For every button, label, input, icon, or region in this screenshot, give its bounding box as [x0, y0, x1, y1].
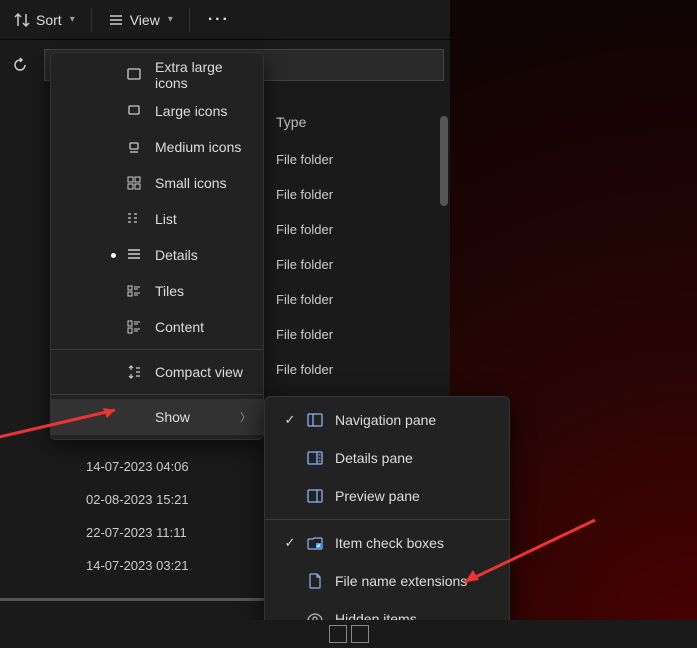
file-list-date-column: 14-07-2023 04:06 02-08-2023 15:21 22-07-…	[86, 450, 189, 582]
column-header-type[interactable]: Type	[270, 110, 440, 142]
menu-divider	[265, 519, 509, 520]
menu-label: Show	[155, 409, 190, 425]
menu-label: Content	[155, 319, 204, 335]
large-icons-icon	[125, 102, 143, 120]
table-row[interactable]: File folder	[270, 142, 440, 177]
check-icon: ✓	[279, 412, 301, 428]
refresh-button[interactable]	[6, 51, 34, 79]
submenu-label: Navigation pane	[335, 412, 436, 428]
menu-item-content[interactable]: Content	[51, 309, 263, 345]
taskbar[interactable]	[0, 620, 697, 648]
details-icon	[125, 246, 143, 264]
details-pane-icon	[305, 448, 325, 468]
content-icon	[125, 318, 143, 336]
menu-divider	[51, 394, 263, 395]
refresh-icon	[12, 57, 28, 73]
taskbar-icon[interactable]	[351, 625, 369, 643]
menu-item-medium-icons[interactable]: Medium icons	[51, 129, 263, 165]
medium-icons-icon	[125, 138, 143, 156]
selected-dot-icon	[111, 253, 116, 258]
table-row[interactable]: File folder	[270, 352, 440, 387]
chevron-down-icon: ▾	[168, 14, 173, 25]
menu-label: Medium icons	[155, 139, 241, 155]
blank-icon	[125, 408, 143, 426]
view-menu: Extra large icons Large icons Medium ico…	[50, 52, 264, 440]
submenu-label: Preview pane	[335, 488, 420, 504]
file-icon	[305, 571, 325, 591]
menu-label: Small icons	[155, 175, 227, 191]
sort-button[interactable]: Sort ▾	[4, 6, 85, 34]
menu-item-details[interactable]: Details	[51, 237, 263, 273]
table-row[interactable]: File folder	[270, 177, 440, 212]
more-button[interactable]: ···	[196, 5, 242, 35]
menu-label: Large icons	[155, 103, 227, 119]
menu-label: Compact view	[155, 364, 243, 380]
table-row[interactable]: File folder	[270, 317, 440, 352]
sort-label: Sort	[36, 12, 62, 28]
list-icon	[125, 210, 143, 228]
menu-item-list[interactable]: List	[51, 201, 263, 237]
view-label: View	[130, 12, 160, 28]
menu-item-compact-view[interactable]: Compact view	[51, 354, 263, 390]
compact-view-icon	[125, 363, 143, 381]
toolbar-separator	[91, 8, 92, 32]
toolbar-separator	[189, 8, 190, 32]
scrollbar-thumb[interactable]	[440, 116, 448, 206]
menu-divider	[51, 349, 263, 350]
menu-label: Details	[155, 247, 198, 263]
table-row[interactable]: 14-07-2023 04:06	[86, 450, 189, 483]
sort-icon	[14, 12, 30, 28]
view-button[interactable]: View ▾	[98, 6, 183, 34]
table-row[interactable]: File folder	[270, 212, 440, 247]
menu-item-large-icons[interactable]: Large icons	[51, 93, 263, 129]
submenu-item-details-pane[interactable]: Details pane	[265, 439, 509, 477]
preview-pane-icon	[305, 486, 325, 506]
menu-label: Tiles	[155, 283, 184, 299]
file-list-type-column: Type File folder File folder File folder…	[270, 110, 440, 387]
submenu-label: Item check boxes	[335, 535, 444, 551]
view-icon	[108, 12, 124, 28]
table-row[interactable]: 02-08-2023 15:21	[86, 483, 189, 516]
navigation-pane-icon	[305, 410, 325, 430]
tiles-icon	[125, 282, 143, 300]
chevron-down-icon: ▾	[70, 14, 75, 25]
menu-item-small-icons[interactable]: Small icons	[51, 165, 263, 201]
submenu-item-navigation-pane[interactable]: ✓ Navigation pane	[265, 401, 509, 439]
checkbox-icon	[305, 533, 325, 553]
menu-label: List	[155, 211, 177, 227]
submenu-label: File name extensions	[335, 573, 467, 589]
show-submenu: ✓ Navigation pane Details pane Preview p…	[264, 396, 510, 643]
submenu-item-file-extensions[interactable]: File name extensions	[265, 562, 509, 600]
chevron-right-icon: 〉	[240, 409, 251, 425]
menu-item-show[interactable]: Show 〉	[51, 399, 263, 435]
taskbar-icon[interactable]	[329, 625, 347, 643]
table-row[interactable]: 22-07-2023 11:11	[86, 516, 189, 549]
small-icons-icon	[125, 174, 143, 192]
table-row[interactable]: File folder	[270, 282, 440, 317]
check-icon: ✓	[279, 535, 301, 551]
table-row[interactable]: 14-07-2023 03:21	[86, 549, 189, 582]
menu-item-tiles[interactable]: Tiles	[51, 273, 263, 309]
extra-large-icons-icon	[125, 66, 143, 84]
toolbar: Sort ▾ View ▾ ···	[0, 0, 450, 40]
menu-label: Extra large icons	[155, 59, 251, 91]
table-row[interactable]: File folder	[270, 247, 440, 282]
submenu-item-preview-pane[interactable]: Preview pane	[265, 477, 509, 515]
submenu-label: Details pane	[335, 450, 413, 466]
submenu-item-check-boxes[interactable]: ✓ Item check boxes	[265, 524, 509, 562]
menu-item-extra-large-icons[interactable]: Extra large icons	[51, 57, 263, 93]
